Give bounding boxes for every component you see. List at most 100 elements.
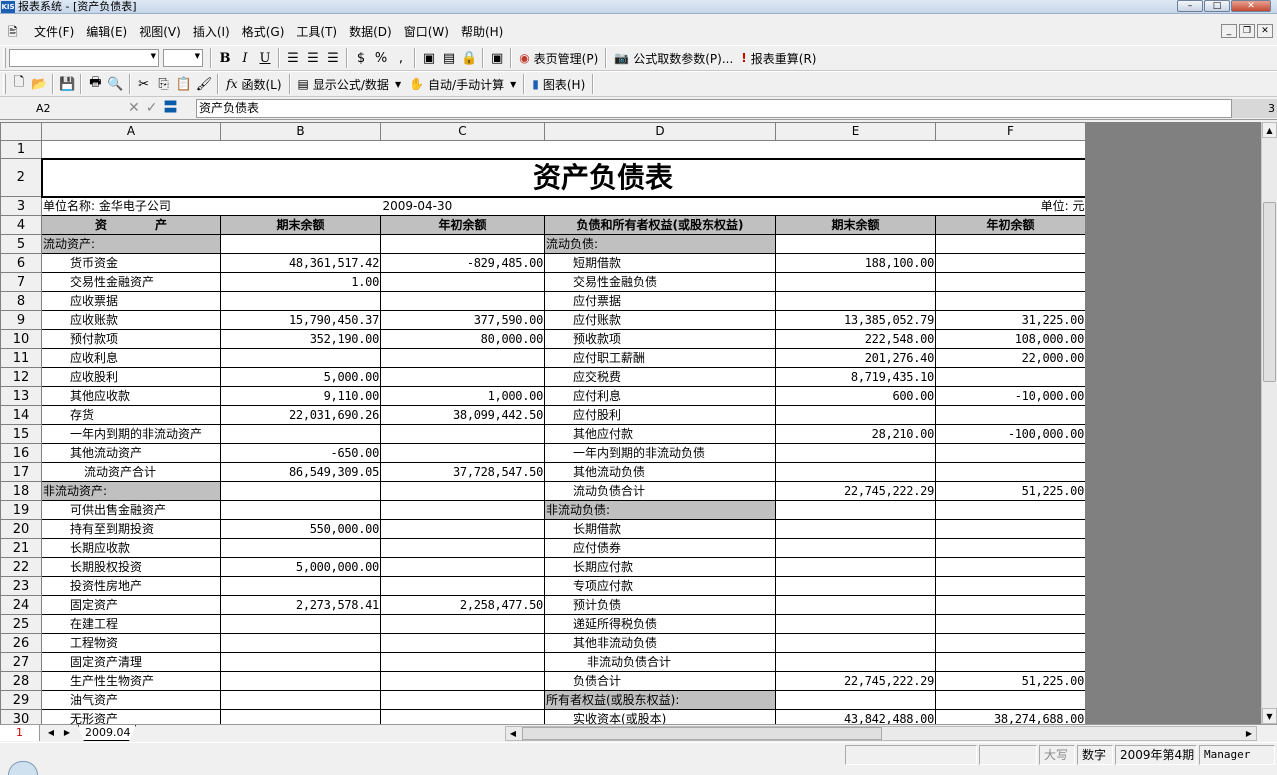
liability-ending-balance[interactable]: 600.00	[775, 386, 936, 406]
align-center-icon[interactable]: ☰	[303, 48, 323, 68]
asset-label[interactable]: 应收票据	[41, 291, 221, 311]
formula-params-button[interactable]: 📷 公式取数参数(P)...	[610, 48, 737, 68]
font-name-select[interactable]	[9, 49, 159, 67]
asset-ending-balance[interactable]	[220, 614, 381, 634]
asset-label[interactable]: 非流动资产:	[41, 481, 221, 501]
asset-ending-balance[interactable]	[220, 500, 381, 520]
liability-ending-balance[interactable]	[775, 690, 936, 710]
asset-opening-balance[interactable]: 1,000.00	[380, 386, 545, 406]
select-all-corner[interactable]	[0, 122, 42, 141]
liability-ending-balance[interactable]	[775, 614, 936, 634]
asset-ending-balance[interactable]	[220, 633, 381, 653]
asset-opening-balance[interactable]	[380, 519, 545, 539]
scroll-down-icon[interactable]: ▼	[1262, 708, 1277, 724]
asset-opening-balance[interactable]: -829,485.00	[380, 253, 545, 273]
liability-ending-balance[interactable]: 22,745,222.29	[775, 671, 936, 691]
row-header[interactable]: 12	[0, 367, 42, 387]
asset-opening-balance[interactable]	[380, 538, 545, 558]
liability-opening-balance[interactable]	[935, 595, 1086, 615]
asset-label[interactable]: 固定资产	[41, 595, 221, 615]
currency-icon[interactable]: $	[351, 48, 371, 68]
asset-ending-balance[interactable]	[220, 348, 381, 368]
asset-opening-balance[interactable]: 80,000.00	[380, 329, 545, 349]
cut-icon[interactable]: ✂	[134, 74, 154, 94]
column-header[interactable]: D	[544, 122, 776, 141]
mdi-close-button[interactable]: ✕	[1257, 24, 1273, 38]
new-icon[interactable]: 🗋	[9, 74, 29, 94]
italic-button[interactable]: I	[235, 48, 255, 68]
header-assets[interactable]: 资 产	[41, 215, 221, 235]
asset-ending-balance[interactable]: 2,273,578.41	[220, 595, 381, 615]
asset-label[interactable]: 无形资产	[41, 709, 221, 724]
liability-label[interactable]: 应付账款	[544, 310, 776, 330]
liability-ending-balance[interactable]: 43,842,488.00	[775, 709, 936, 724]
menu-help[interactable]: 帮助(H)	[455, 22, 509, 42]
mdi-restore-button[interactable]: ❐	[1239, 24, 1255, 38]
tab-next-icon[interactable]: ▶	[60, 726, 74, 740]
asset-opening-balance[interactable]	[380, 272, 545, 292]
asset-label[interactable]: 存货	[41, 405, 221, 425]
asset-opening-balance[interactable]: 377,590.00	[380, 310, 545, 330]
dropdown-arrow-icon[interactable]: ▼	[395, 80, 401, 89]
row-header[interactable]: 25	[0, 614, 42, 634]
asset-ending-balance[interactable]: 550,000.00	[220, 519, 381, 539]
asset-opening-balance[interactable]	[380, 709, 545, 724]
liability-label[interactable]: 应付职工薪酬	[544, 348, 776, 368]
liability-opening-balance[interactable]	[935, 652, 1086, 672]
asset-ending-balance[interactable]	[220, 538, 381, 558]
asset-opening-balance[interactable]	[380, 671, 545, 691]
recalc-button[interactable]: ! 报表重算(R)	[737, 48, 820, 68]
asset-opening-balance[interactable]	[380, 234, 545, 254]
asset-opening-balance[interactable]: 37,728,547.50	[380, 462, 545, 482]
asset-label[interactable]: 固定资产清理	[41, 652, 221, 672]
report-title[interactable]: 资产负债表	[40, 157, 1087, 198]
liability-opening-balance[interactable]	[935, 576, 1086, 596]
asset-label[interactable]: 长期股权投资	[41, 557, 221, 577]
asset-label[interactable]: 其他流动资产	[41, 443, 221, 463]
row-header[interactable]: 7	[0, 272, 42, 292]
lock-icon[interactable]: 🔒	[459, 48, 479, 68]
asset-label[interactable]: 应收股利	[41, 367, 221, 387]
asset-ending-balance[interactable]	[220, 481, 381, 501]
asset-label[interactable]: 长期应收款	[41, 538, 221, 558]
column-header[interactable]: C	[380, 122, 545, 141]
confirm-icon[interactable]: ✓	[146, 99, 158, 118]
liability-ending-balance[interactable]	[775, 633, 936, 653]
tab-prev-icon[interactable]: ◀	[44, 726, 58, 740]
scroll-left-icon[interactable]: ◀	[506, 727, 520, 740]
liability-opening-balance[interactable]	[935, 557, 1086, 577]
mdi-minimize-button[interactable]: _	[1221, 24, 1237, 38]
asset-label[interactable]: 预付款项	[41, 329, 221, 349]
menu-data[interactable]: 数据(D)	[343, 22, 398, 42]
asset-label[interactable]: 应收利息	[41, 348, 221, 368]
auto-manual-calc-button[interactable]: ✋ 自动/手动计算 ▼	[405, 74, 520, 94]
liability-label[interactable]: 应交税费	[544, 367, 776, 387]
asset-label[interactable]: 投资性房地产	[41, 576, 221, 596]
header-ending-balance[interactable]: 期末余额	[220, 215, 381, 235]
row-header[interactable]: 5	[0, 234, 42, 254]
liability-ending-balance[interactable]: 13,385,052.79	[775, 310, 936, 330]
liability-ending-balance[interactable]	[775, 576, 936, 596]
asset-label[interactable]: 生产性生物资产	[41, 671, 221, 691]
liability-label[interactable]: 其他流动负债	[544, 462, 776, 482]
liability-opening-balance[interactable]	[935, 234, 1086, 254]
row-header[interactable]: 16	[0, 443, 42, 463]
hscroll-thumb[interactable]	[522, 727, 882, 740]
liability-label[interactable]: 流动负债合计	[544, 481, 776, 501]
scroll-thumb[interactable]	[1263, 202, 1276, 382]
report-grid[interactable]: A B C D E F 1 2 资产负债表 3 单位名称: 金华电子公司 200…	[0, 122, 1087, 724]
liability-opening-balance[interactable]	[935, 614, 1086, 634]
liability-ending-balance[interactable]: 28,210.00	[775, 424, 936, 444]
liability-label[interactable]: 所有者权益(或股东权益):	[544, 690, 776, 710]
asset-label[interactable]: 应收账款	[41, 310, 221, 330]
liability-label[interactable]: 长期借款	[544, 519, 776, 539]
asset-label[interactable]: 其他应收款	[41, 386, 221, 406]
asset-opening-balance[interactable]	[380, 690, 545, 710]
liability-ending-balance[interactable]	[775, 272, 936, 292]
liability-ending-balance[interactable]	[775, 291, 936, 311]
liability-ending-balance[interactable]: 201,276.40	[775, 348, 936, 368]
spreadsheet[interactable]: A B C D E F 1 2 资产负债表 3 单位名称: 金华电子公司 200…	[0, 122, 1261, 724]
maximize-button[interactable]: □	[1204, 0, 1230, 12]
spacer-row[interactable]	[41, 140, 1086, 159]
cancel-icon[interactable]: ✕	[128, 99, 140, 118]
